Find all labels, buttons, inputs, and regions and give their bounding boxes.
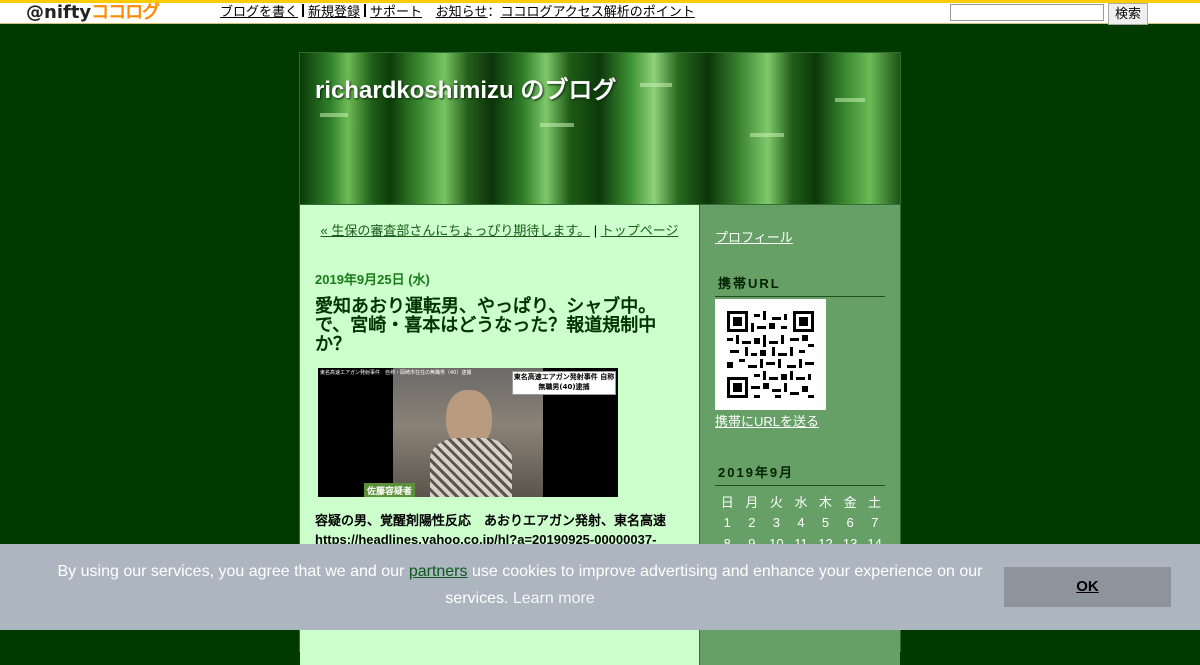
calendar-day: 7 — [871, 515, 879, 530]
notice-colon: ： — [487, 4, 501, 19]
logo-prefix: @nifty — [26, 2, 92, 23]
weekday-wed: 水 — [794, 495, 808, 510]
calendar-week: 1 2 3 4 5 6 7 — [715, 512, 887, 533]
post-image[interactable]: 東名高速エアガン発射事件 自称・岡崎市在住の無職男（40）逮捕 東名高速エアガン… — [318, 368, 618, 497]
nav-divider — [364, 4, 367, 17]
weekday-mon: 月 — [745, 495, 759, 510]
top-page-link[interactable]: トップページ — [601, 223, 679, 238]
notice: お知らせ：ココログアクセス解析のポイント — [436, 4, 695, 19]
bamboo-banner: richardkoshimizu のブログ — [300, 53, 900, 204]
post-title: 愛知あおり運転男、やっぱり、シャブ中。で、宮崎・喜本はどうなった？報道規制中か？ — [315, 296, 657, 354]
calendar-day: 1 — [723, 515, 731, 530]
profile-link[interactable]: プロフィール — [715, 227, 793, 246]
weekday-thu: 木 — [819, 495, 833, 510]
cookie-text-before: By using our services, you agree that we… — [57, 563, 409, 580]
nav-divider — [302, 4, 305, 17]
search-input[interactable] — [950, 4, 1104, 21]
top-nav: ブログを書く 新規登録 サポート お知らせ：ココログアクセス解析のポイント — [220, 3, 695, 25]
learn-more-link[interactable]: Learn more — [513, 590, 595, 607]
weekday-sun: 日 — [720, 495, 734, 510]
bamboo-node — [640, 83, 672, 87]
search-button[interactable]: 検索 — [1108, 3, 1148, 25]
bamboo-node — [750, 133, 784, 137]
nifty-top-bar: @niftyココログ ブログを書く 新規登録 サポート お知らせ：ココログアクセス解… — [0, 0, 1200, 25]
image-caption-bottom: 佐藤容疑者 — [364, 483, 416, 497]
send-url-link[interactable]: 携帯にURLを送る — [715, 411, 819, 430]
blog-title[interactable]: richardkoshimizu のブログ — [315, 70, 616, 105]
pagenav-separator: | — [593, 223, 598, 238]
notice-link[interactable]: ココログアクセス解析のポイント — [500, 4, 694, 19]
cocolog-logo[interactable]: @niftyココログ — [26, 2, 160, 25]
weekday-tue: 火 — [769, 495, 783, 510]
cookie-consent-banner: By using our services, you agree that we… — [0, 544, 1200, 630]
page-navigation: « 生保の審査部さんにちょっぴり期待します。 | トップページ — [315, 221, 684, 240]
calendar-day: 4 — [797, 515, 805, 530]
calendar-title: 2019年9月 — [715, 462, 885, 486]
bamboo-node — [835, 98, 865, 102]
cookie-ok-button[interactable]: OK — [1004, 567, 1171, 607]
partners-link[interactable]: partners — [409, 563, 468, 580]
calendar-day: 2 — [748, 515, 756, 530]
mobile-url-title: 携帯URL — [715, 273, 885, 297]
post-date: 2019年9月25日 (水) — [315, 272, 430, 287]
bamboo-node — [320, 113, 348, 117]
support-link[interactable]: サポート — [370, 4, 422, 19]
calendar-day: 3 — [772, 515, 781, 530]
register-link[interactable]: 新規登録 — [308, 4, 360, 19]
notice-label-link[interactable]: お知らせ — [436, 4, 488, 19]
weekday-sat: 土 — [868, 495, 882, 510]
post-body-line: 容疑の男、覚醒剤陽性反応 あおりエアガン発射、東名高速 — [315, 513, 667, 528]
logo-brand: ココログ — [91, 2, 160, 23]
calendar-weekdays: 日 月 火 水 木 金 土 — [715, 491, 887, 512]
prev-post-link[interactable]: « 生保の審査部さんにちょっぴり期待します。 — [321, 223, 591, 238]
calendar-day: 5 — [821, 515, 830, 530]
weekday-fri: 金 — [843, 495, 857, 510]
qr-code — [715, 299, 826, 410]
photo-scarf — [430, 438, 512, 497]
image-caption-box: 東名高速エアガン発射事件 自称 無職男(40)逮捕 — [512, 371, 616, 395]
qr-code-icon — [727, 311, 814, 398]
bamboo-node — [540, 123, 574, 127]
image-caption-top: 東名高速エアガン発射事件 自称・岡崎市在住の無職男（40）逮捕 — [320, 370, 472, 376]
calendar-day: 6 — [846, 515, 854, 530]
cookie-message: By using our services, you agree that we… — [40, 558, 1000, 612]
write-blog-link[interactable]: ブログを書く — [220, 4, 298, 19]
